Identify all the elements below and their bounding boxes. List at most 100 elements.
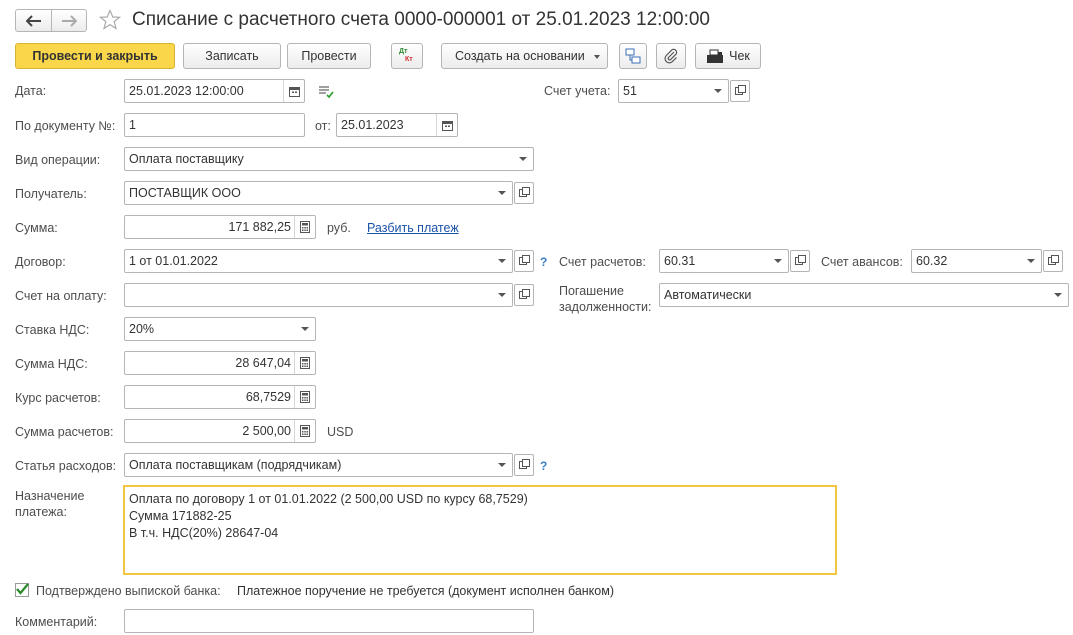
calculator-icon[interactable] (294, 420, 315, 442)
invoice-field[interactable] (124, 283, 513, 307)
contract-help-icon[interactable]: ? (540, 255, 547, 269)
dropdown-icon[interactable] (492, 284, 512, 306)
sum-field[interactable]: 171 882,25 (124, 215, 316, 239)
settlement-sum-field[interactable]: 2 500,00 (124, 419, 316, 443)
expense-item-field[interactable]: Оплата поставщикам (подрядчикам) (124, 453, 513, 477)
settlement-account-open-button[interactable] (790, 250, 810, 272)
dropdown-icon[interactable] (1021, 250, 1041, 272)
expense-item-label: Статья расходов: (15, 459, 117, 473)
vat-rate-select[interactable]: 20% (124, 317, 316, 341)
contract-field[interactable]: 1 от 01.01.2022 (124, 249, 513, 273)
receipt-button[interactable]: Чек (695, 43, 761, 69)
contract-label: Договор: (15, 255, 66, 269)
debt-repayment-select[interactable]: Автоматически (659, 283, 1069, 307)
dt-kt-icon: Дт Кт (399, 48, 413, 63)
dropdown-icon[interactable] (492, 250, 512, 272)
calendar-icon[interactable] (436, 114, 457, 136)
calendar-icon[interactable] (283, 80, 304, 102)
sum-currency: руб. (327, 221, 351, 235)
save-button[interactable]: Записать (183, 43, 281, 69)
back-button[interactable] (15, 9, 52, 32)
open-form-icon (519, 187, 530, 197)
comment-label: Комментарий: (15, 615, 98, 629)
recipient-label: Получатель: (15, 187, 87, 201)
purpose-line: Сумма 171882-25 (129, 509, 232, 523)
date-field[interactable]: 25.01.2023 12:00:00 (124, 79, 305, 103)
post-button[interactable]: Провести (287, 43, 371, 69)
dropdown-icon[interactable] (708, 80, 728, 102)
open-form-icon (795, 255, 806, 265)
open-form-icon (1048, 255, 1059, 265)
purpose-line: Оплата по договору 1 от 01.01.2022 (2 50… (129, 492, 528, 506)
chevron-down-icon (594, 55, 600, 59)
history-list-icon[interactable] (318, 85, 334, 99)
split-payment-link[interactable]: Разбить платеж (367, 221, 459, 235)
dropdown-icon[interactable] (1048, 284, 1068, 306)
arrow-left-icon (25, 14, 41, 27)
bank-confirmed-note: Платежное поручение не требуется (докуме… (237, 584, 614, 598)
attach-button[interactable] (656, 43, 686, 69)
purpose-label-1: Назначение (15, 489, 85, 503)
create-based-on-button[interactable]: Создать на основании (441, 43, 608, 69)
dropdown-icon[interactable] (513, 148, 533, 170)
purpose-textarea[interactable]: Оплата по договору 1 от 01.01.2022 (2 50… (123, 485, 837, 575)
settlement-currency: USD (327, 425, 354, 439)
purpose-line: В т.ч. НДС(20%) 28647-04 (129, 526, 279, 540)
arrow-right-icon (62, 14, 77, 27)
operation-type-label: Вид операции: (15, 153, 101, 167)
debt-repayment-label-1: Погашение (559, 284, 624, 298)
exchange-rate-field[interactable]: 68,7529 (124, 385, 316, 409)
cash-register-icon (707, 49, 724, 63)
star-icon[interactable] (99, 9, 121, 31)
dropdown-icon[interactable] (295, 318, 315, 340)
recipient-field[interactable]: ПОСТАВЩИК ООО (124, 181, 513, 205)
advance-account-label: Счет авансов: (821, 255, 903, 269)
checkmark-icon (16, 583, 29, 595)
settlement-account-label: Счет расчетов: (559, 255, 646, 269)
dropdown-icon[interactable] (492, 454, 512, 476)
exchange-rate-label: Курс расчетов: (15, 391, 101, 405)
account-open-button[interactable] (730, 80, 750, 102)
open-form-icon (735, 85, 746, 95)
dropdown-icon[interactable] (768, 250, 788, 272)
calculator-icon[interactable] (294, 352, 315, 374)
operation-type-select[interactable]: Оплата поставщику (124, 147, 534, 171)
document-structure-icon (625, 48, 641, 64)
structure-button[interactable] (619, 43, 647, 69)
debt-repayment-label-2: задолженности: (559, 300, 652, 314)
account-label: Счет учета: (544, 84, 611, 98)
doc-date-field[interactable]: 25.01.2023 (336, 113, 458, 137)
comment-field[interactable] (124, 609, 534, 633)
invoice-label: Счет на оплату: (15, 289, 107, 303)
sum-label: Сумма: (15, 221, 58, 235)
purpose-label-2: платежа: (15, 505, 67, 519)
open-form-icon (519, 459, 530, 469)
post-and-close-button[interactable]: Провести и закрыть (15, 43, 175, 69)
bank-confirmed-label: Подтверждено выпиской банка: (36, 584, 221, 598)
dropdown-icon[interactable] (492, 182, 512, 204)
bank-confirmed-checkbox[interactable] (15, 583, 29, 597)
vat-rate-label: Ставка НДС: (15, 323, 90, 337)
settlement-account-field[interactable]: 60.31 (659, 249, 789, 273)
date-label: Дата: (15, 84, 47, 98)
paperclip-icon (664, 48, 678, 64)
advance-account-field[interactable]: 60.32 (911, 249, 1042, 273)
advance-account-open-button[interactable] (1043, 250, 1063, 272)
doc-number-field[interactable]: 1 (124, 113, 305, 137)
page-title: Списание с расчетного счета 0000-000001 … (132, 9, 710, 30)
invoice-open-button[interactable] (514, 284, 534, 306)
vat-sum-label: Сумма НДС: (15, 357, 88, 371)
vat-sum-field[interactable]: 28 647,04 (124, 351, 316, 375)
forward-button[interactable] (51, 9, 87, 32)
open-form-icon (519, 255, 530, 265)
calculator-icon[interactable] (294, 386, 315, 408)
expense-item-open-button[interactable] (514, 454, 534, 476)
settlement-sum-label: Сумма расчетов: (15, 425, 114, 439)
recipient-open-button[interactable] (514, 182, 534, 204)
dt-kt-button[interactable]: Дт Кт (391, 43, 423, 69)
contract-open-button[interactable] (514, 250, 534, 272)
doc-number-label: По документу №: (15, 119, 116, 133)
expense-help-icon[interactable]: ? (540, 459, 547, 473)
account-field[interactable]: 51 (618, 79, 729, 103)
calculator-icon[interactable] (294, 216, 315, 238)
